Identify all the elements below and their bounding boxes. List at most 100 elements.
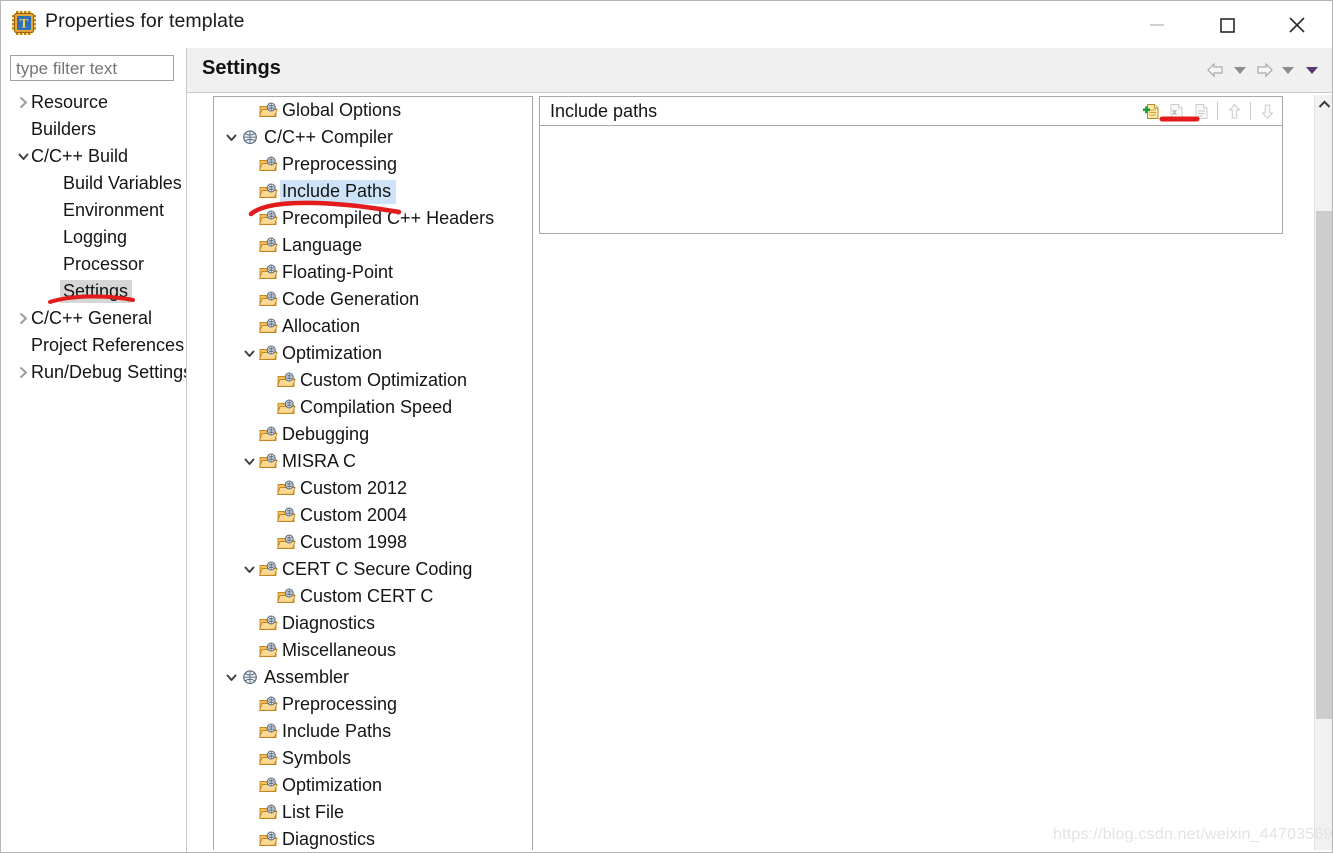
settings-tree-item[interactable]: CERT C Secure Coding <box>214 556 532 583</box>
watermark-text: https://blog.csdn.net/weixin_44703569 <box>1053 826 1333 843</box>
folder-options-icon <box>258 318 278 336</box>
folder-options-icon <box>258 750 278 768</box>
settings-tree-item-label: Custom CERT C <box>300 586 434 606</box>
settings-tree-item[interactable]: List File <box>214 799 532 826</box>
settings-tree-item[interactable]: Symbols <box>214 745 532 772</box>
left-tree-item[interactable]: Processor <box>1 251 186 278</box>
chevron-down-icon[interactable] <box>240 448 258 475</box>
folder-options-icon <box>258 345 278 363</box>
maximize-button[interactable] <box>1192 1 1262 48</box>
chevron-right-icon[interactable] <box>15 89 31 116</box>
settings-tree-item[interactable]: Miscellaneous <box>214 637 532 664</box>
left-tree-item[interactable]: Project References <box>1 332 186 359</box>
settings-tree-item-label: Symbols <box>282 748 352 768</box>
view-menu-chevron-down-icon[interactable] <box>1300 57 1324 83</box>
chevron-down-icon[interactable] <box>240 556 258 583</box>
properties-tree[interactable]: Resource Builders C/C++ Build Build Variabl… <box>1 89 186 849</box>
folder-options-icon <box>258 561 278 579</box>
scrollbar-thumb[interactable] <box>1316 211 1332 719</box>
minimize-button[interactable] <box>1122 1 1192 48</box>
close-button[interactable] <box>1262 1 1332 48</box>
settings-category-tree[interactable]: Global Options C/C++ Compiler Preprocessin… <box>213 96 533 850</box>
settings-tree-item-label: Include Paths <box>282 721 392 741</box>
settings-tree-item[interactable]: Precompiled C++ Headers <box>214 205 532 232</box>
settings-tree-item[interactable]: MISRA C <box>214 448 532 475</box>
left-tree-item[interactable]: C/C++ Build <box>1 143 186 170</box>
settings-tree-item[interactable]: Optimization <box>214 772 532 799</box>
folder-options-icon <box>258 183 278 201</box>
left-tree-item-label: Build Variables <box>63 173 182 193</box>
include-paths-list[interactable] <box>539 125 1283 234</box>
chevron-down-icon[interactable] <box>222 124 240 151</box>
chevron-down-icon[interactable] <box>15 143 31 170</box>
settings-tree-item[interactable]: Assembler <box>214 664 532 691</box>
chevron-down-icon[interactable] <box>240 340 258 367</box>
folder-options-icon <box>276 507 296 525</box>
settings-tree-item[interactable]: Include Paths <box>214 178 532 205</box>
filter-input[interactable] <box>10 55 174 81</box>
left-navigation-panel: Resource Builders C/C++ Build Build Variabl… <box>1 48 187 852</box>
settings-tree-item[interactable]: Custom CERT C <box>214 583 532 610</box>
settings-tree-item[interactable]: Code Generation <box>214 286 532 313</box>
settings-tree-item[interactable]: Include Paths <box>214 718 532 745</box>
back-dropdown-chevron-down-icon[interactable] <box>1228 57 1252 83</box>
new-document-plus-icon[interactable] <box>1140 99 1162 123</box>
settings-tree-item[interactable]: Optimization <box>214 340 532 367</box>
settings-tree-item[interactable]: Custom 2004 <box>214 502 532 529</box>
settings-tree-item[interactable]: Preprocessing <box>214 151 532 178</box>
forward-dropdown-chevron-down-icon[interactable] <box>1276 57 1300 83</box>
settings-tree-item[interactable]: Diagnostics <box>214 826 532 850</box>
settings-tree-item-label: Debugging <box>282 424 370 444</box>
settings-tree-item[interactable]: C/C++ Compiler <box>214 124 532 151</box>
delete-document-icon[interactable]: x <box>1165 99 1187 123</box>
settings-tree-item[interactable]: Custom Optimization <box>214 367 532 394</box>
chevron-down-icon[interactable] <box>222 664 240 691</box>
settings-tree-item-label: C/C++ Compiler <box>264 127 394 147</box>
settings-tree-item[interactable]: Preprocessing <box>214 691 532 718</box>
settings-tree-item[interactable]: Compilation Speed <box>214 394 532 421</box>
settings-tree-item[interactable]: Floating-Point <box>214 259 532 286</box>
chevron-right-icon[interactable] <box>15 305 31 332</box>
arrow-down-icon[interactable] <box>1256 99 1278 123</box>
left-tree-item[interactable]: Environment <box>1 197 186 224</box>
scroll-up-chevron-up-icon[interactable] <box>1315 95 1332 113</box>
left-tree-item-label: C/C++ General <box>31 308 153 328</box>
settings-tree-item[interactable]: Language <box>214 232 532 259</box>
edit-document-icon[interactable] <box>1190 99 1212 123</box>
back-arrow-icon[interactable] <box>1204 57 1228 83</box>
folder-options-icon <box>276 399 296 417</box>
settings-tree-item[interactable]: Allocation <box>214 313 532 340</box>
left-tree-item[interactable]: Builders <box>1 116 186 143</box>
settings-tree-item[interactable]: Custom 2012 <box>214 475 532 502</box>
left-tree-item[interactable]: Logging <box>1 224 186 251</box>
globe-icon <box>240 669 260 687</box>
left-tree-item-label: Run/Debug Settings <box>31 362 186 382</box>
arrow-up-icon[interactable] <box>1223 99 1245 123</box>
vertical-scrollbar[interactable] <box>1314 95 1332 850</box>
settings-tree-item-label: Diagnostics <box>282 829 376 849</box>
left-tree-item[interactable]: Run/Debug Settings <box>1 359 186 386</box>
left-tree-item[interactable]: Settings <box>1 278 186 305</box>
chevron-right-icon[interactable] <box>15 359 31 386</box>
folder-options-icon <box>258 210 278 228</box>
settings-tree-item-label: Custom 2004 <box>300 505 408 525</box>
forward-arrow-icon[interactable] <box>1252 57 1276 83</box>
settings-tree-item[interactable]: Global Options <box>214 97 532 124</box>
settings-tree-item[interactable]: Diagnostics <box>214 610 532 637</box>
settings-tree-item-label: Code Generation <box>282 289 420 309</box>
left-tree-item[interactable]: C/C++ General <box>1 305 186 332</box>
settings-tree-item-label: Optimization <box>282 343 383 363</box>
settings-tree-item[interactable]: Custom 1998 <box>214 529 532 556</box>
left-tree-item[interactable]: Build Variables <box>1 170 186 197</box>
settings-tree-item-label: MISRA C <box>282 451 357 471</box>
settings-tree-item[interactable]: Debugging <box>214 421 532 448</box>
left-tree-item[interactable]: Resource <box>1 89 186 116</box>
